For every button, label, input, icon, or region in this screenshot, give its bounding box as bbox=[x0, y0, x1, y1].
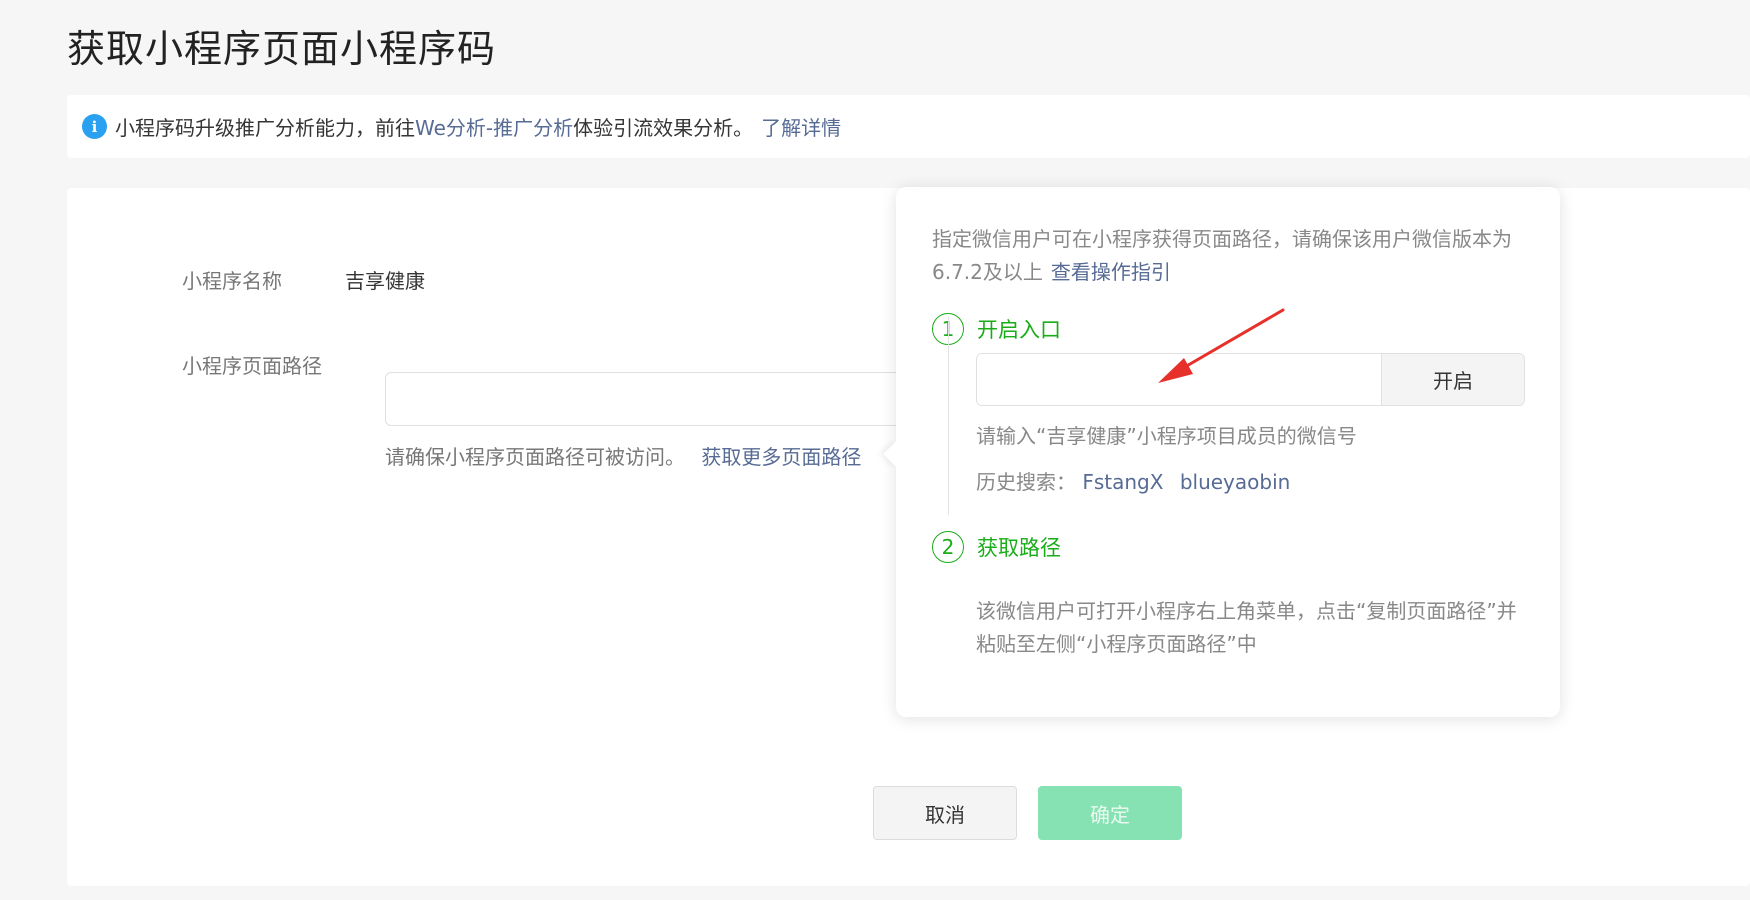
notice-text-after: 体验引流效果分析。 bbox=[573, 116, 754, 140]
step-2-title: 获取路径 bbox=[977, 536, 1061, 560]
page-path-input[interactable] bbox=[385, 372, 905, 426]
history-label: 历史搜索： bbox=[976, 470, 1076, 494]
step-1-header: 1 开启入口 bbox=[932, 313, 1061, 345]
page-path-hint: 请确保小程序页面路径可被访问。 获取更多页面路径 bbox=[385, 441, 861, 470]
popover-description: 指定微信用户可在小程序获得页面路径，请确保该用户微信版本为6.7.2及以上 查看操… bbox=[932, 223, 1524, 289]
step-2-number: 2 bbox=[932, 531, 964, 563]
step-2-description: 该微信用户可打开小程序右上角菜单，点击“复制页面路径”并粘贴至左侧“小程序页面路… bbox=[976, 599, 1517, 656]
get-more-paths-link[interactable]: 获取更多页面路径 bbox=[701, 445, 861, 469]
step-1-title: 开启入口 bbox=[977, 318, 1061, 342]
notice-text-before: 小程序码升级推广分析能力，前往 bbox=[115, 116, 415, 140]
page-path-label: 小程序页面路径 bbox=[182, 354, 322, 378]
info-icon: i bbox=[82, 114, 107, 139]
confirm-button[interactable]: 确定 bbox=[1038, 786, 1182, 840]
wechat-id-input[interactable] bbox=[977, 354, 1381, 405]
search-history: 历史搜索： FstangX blueyaobin bbox=[976, 466, 1300, 495]
page-title: 获取小程序页面小程序码 bbox=[67, 27, 497, 71]
view-guide-link[interactable]: 查看操作指引 bbox=[1051, 260, 1171, 284]
enable-button[interactable]: 开启 bbox=[1381, 354, 1524, 405]
wechat-id-row: 开启 bbox=[976, 353, 1525, 406]
learn-more-link[interactable]: 了解详情 bbox=[761, 112, 841, 141]
wechat-id-hint: 请输入“吉享健康”小程序项目成员的微信号 bbox=[976, 424, 1357, 448]
history-item[interactable]: FstangX bbox=[1082, 470, 1163, 494]
popover-desc-text: 指定微信用户可在小程序获得页面路径，请确保该用户微信版本为6.7.2及以上 bbox=[932, 227, 1512, 284]
get-path-popover: 指定微信用户可在小程序获得页面路径，请确保该用户微信版本为6.7.2及以上 查看操… bbox=[883, 187, 1560, 717]
cancel-button[interactable]: 取消 bbox=[873, 786, 1017, 840]
page-path-hint-text: 请确保小程序页面路径可被访问。 bbox=[385, 445, 685, 469]
step-2-header: 2 获取路径 bbox=[932, 531, 1061, 563]
step-connector-line bbox=[948, 317, 949, 515]
we-analysis-link[interactable]: We分析-推广分析 bbox=[415, 112, 573, 141]
mini-program-name-value: 吉享健康 bbox=[345, 269, 425, 293]
history-item[interactable]: blueyaobin bbox=[1180, 470, 1291, 494]
mini-program-name-label: 小程序名称 bbox=[182, 269, 282, 293]
notice-bar: i 小程序码升级推广分析能力，前往 We分析-推广分析 体验引流效果分析。 了解… bbox=[67, 95, 1750, 158]
